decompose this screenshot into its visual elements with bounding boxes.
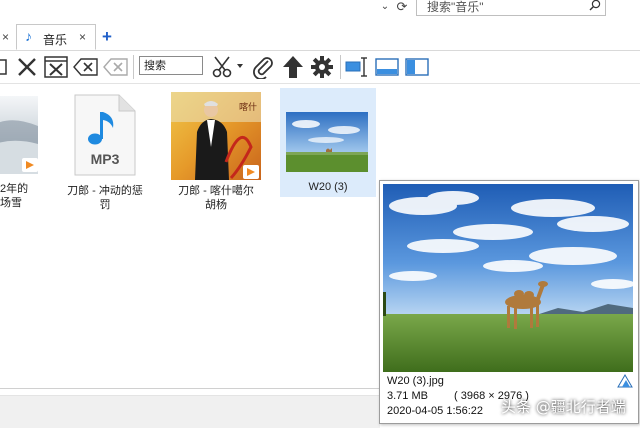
watermark-text: 头条 @疆北行者端	[501, 398, 626, 416]
file-name-line2: 罚	[99, 199, 111, 211]
file-name: 刀郎 - 喀什噶尔	[178, 185, 254, 197]
file-name: W20 (3)	[308, 181, 348, 193]
file-item[interactable]: 02年的 场雪	[0, 88, 42, 209]
tab-music[interactable]: ♪ 音乐 ×	[16, 24, 96, 50]
search-icon[interactable]	[589, 0, 601, 14]
file-name-line2: 场雪	[0, 197, 22, 209]
search-input[interactable]	[417, 0, 587, 14]
svg-text:喀什: 喀什	[239, 101, 257, 113]
up-arrow-icon[interactable]	[281, 54, 305, 80]
new-tab-button[interactable]: +	[102, 27, 112, 47]
layout-side-pane-icon[interactable]	[404, 54, 430, 80]
close-window-icon[interactable]	[43, 54, 69, 80]
file-name: 02年的	[0, 183, 29, 195]
toolbar-divider	[133, 55, 134, 79]
backspace-icon[interactable]	[73, 54, 99, 80]
close-icon[interactable]: ×	[79, 30, 86, 44]
mp3-badge: MP3	[91, 151, 120, 167]
gear-icon[interactable]	[310, 54, 334, 80]
status-bar	[0, 396, 380, 428]
preview-image	[383, 184, 633, 372]
preview-size: 3.71 MB	[387, 390, 428, 402]
file-item[interactable]: MP3 刀郎 - 冲动的惩 罚	[63, 88, 147, 212]
toolbar-divider	[340, 55, 341, 79]
tab-label: 音乐	[43, 33, 68, 47]
address-bar: ⌄ ⟳	[0, 0, 640, 18]
file-item[interactable]: 喀什 刀郎 - 喀什噶尔 胡杨	[166, 88, 266, 212]
image-thumbnail	[286, 112, 368, 172]
tab-strip: × ♪ 音乐 × +	[0, 24, 640, 51]
refresh-icon[interactable]: ⟳	[394, 0, 410, 15]
tab-previous[interactable]: ×	[0, 24, 14, 50]
video-thumbnail	[0, 92, 38, 176]
layout-preview-icon[interactable]	[345, 54, 369, 80]
delete-icon[interactable]	[15, 54, 39, 80]
toolbar-partial-icon[interactable]	[0, 54, 8, 80]
file-name-line2: 胡杨	[205, 199, 227, 211]
search-box[interactable]	[416, 0, 606, 16]
preview-date: 2020-04-05 1:56:22	[387, 405, 484, 417]
paperclip-icon[interactable]	[251, 54, 275, 80]
file-item-selected[interactable]: W20 (3)	[280, 88, 376, 197]
file-name: 刀郎 - 冲动的惩	[67, 185, 143, 197]
mp3-file-icon: MP3	[73, 94, 137, 176]
layout-bottom-pane-icon[interactable]	[374, 54, 400, 80]
chevron-down-icon[interactable]: ⌄	[379, 1, 391, 13]
toolbar-search-input[interactable]	[140, 57, 202, 73]
divider	[0, 388, 380, 389]
music-note-icon: ♪	[25, 28, 32, 44]
toolbar	[0, 51, 640, 84]
close-icon[interactable]: ×	[2, 30, 9, 44]
toolbar-search-box[interactable]	[139, 56, 203, 75]
preview-filename: W20 (3).jpg	[387, 375, 444, 387]
scissors-icon[interactable]	[211, 54, 245, 80]
clear-icon[interactable]	[103, 54, 129, 80]
video-thumbnail: 喀什	[171, 92, 261, 180]
image-preview-popup: W20 (3).jpg 3.71 MB ( 3968 × 2976 ) 2020…	[379, 180, 639, 424]
image-type-icon	[617, 374, 633, 391]
